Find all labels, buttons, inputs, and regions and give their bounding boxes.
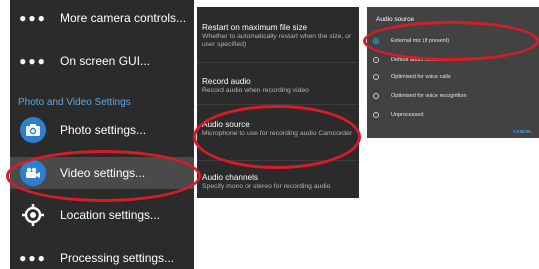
highlight-ellipse-video-settings: [6, 150, 201, 202]
dots-icon: ●●●: [19, 251, 47, 265]
menu-item-label: Location settings...: [60, 208, 161, 222]
menu-item-on-screen-gui[interactable]: ●●● On screen GUI...: [10, 45, 194, 77]
radio-button[interactable]: [373, 112, 379, 118]
pref-title: Restart on maximum file size: [202, 23, 308, 32]
dialog-title: Audio source: [376, 16, 414, 23]
menu-item-label: More camera controls...: [60, 11, 187, 25]
settings-menu-panel: ●●● More camera controls... ●●● On scree…: [10, 0, 194, 269]
pref-title: Record audio: [202, 77, 251, 86]
dots-icon: ●●●: [19, 54, 47, 68]
cancel-button[interactable]: CANCEL: [513, 129, 532, 134]
menu-item-label: Processing settings...: [60, 251, 175, 265]
pref-summary: Whether to automatically restart when th…: [202, 33, 352, 48]
dots-icon: ●●●: [19, 11, 47, 25]
menu-item-label: On screen GUI...: [60, 54, 151, 68]
camera-icon: [20, 117, 46, 143]
pref-restart-max-file-size[interactable]: Restart on maximum file size Whether to …: [202, 23, 358, 49]
menu-item-more-camera-controls[interactable]: ●●● More camera controls...: [10, 2, 194, 34]
menu-item-processing-settings[interactable]: ●●● Processing settings...: [10, 242, 194, 269]
menu-item-label: Photo settings...: [60, 123, 147, 137]
section-header-photo-video: Photo and Video Settings: [18, 97, 131, 108]
location-icon: [22, 204, 44, 226]
radio-button[interactable]: [373, 74, 379, 80]
radio-button[interactable]: [373, 93, 379, 99]
divider: [197, 62, 359, 63]
radio-button[interactable]: [373, 57, 379, 63]
radio-option-unprocessed[interactable]: Unprocessed: [373, 107, 423, 123]
pref-record-audio[interactable]: Record audio Record audio when recording…: [202, 77, 358, 95]
menu-item-photo-settings[interactable]: Photo settings...: [10, 114, 194, 146]
radio-option-label: Optimised for voice calls: [391, 74, 451, 80]
radio-option-label: Optimised for voice recognition: [391, 93, 467, 99]
radio-option-voice-recognition[interactable]: Optimised for voice recognition: [373, 88, 467, 104]
video-settings-panel: Restart on maximum file size Whether to …: [197, 7, 359, 198]
menu-item-location-settings[interactable]: Location settings...: [10, 199, 194, 231]
pref-title: Audio channels: [202, 173, 258, 182]
pref-summary: Specify mono or stereo for recording aud…: [202, 183, 331, 190]
radio-option-voice-calls[interactable]: Optimised for voice calls: [373, 69, 451, 85]
radio-option-label: Unprocessed: [391, 112, 424, 118]
pref-audio-channels[interactable]: Audio channels Specify mono or stereo fo…: [202, 173, 358, 191]
highlight-ellipse-external-mic: [363, 21, 539, 61]
highlight-ellipse-audio-source: [193, 105, 361, 169]
pref-summary: Record audio when recording video: [202, 87, 309, 94]
